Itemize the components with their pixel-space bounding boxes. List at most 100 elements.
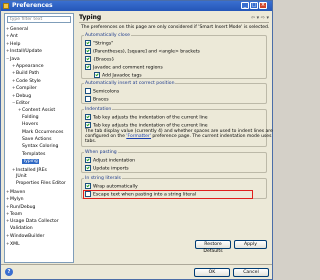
checkbox-box[interactable] bbox=[85, 156, 91, 163]
note-text: preference page. The current indentation… bbox=[151, 134, 272, 139]
apply-button[interactable]: Apply bbox=[234, 240, 267, 249]
restore-defaults-button[interactable]: Restore Defaults bbox=[195, 240, 231, 254]
checkbox-fix-indentation[interactable]: Tab key adjusts the indentation of the c… bbox=[85, 113, 208, 121]
checkbox-label: "Strings" bbox=[93, 41, 114, 47]
checkbox-braces[interactable]: {Braces} bbox=[85, 55, 114, 63]
tree-item-junit[interactable]: JUnit bbox=[12, 173, 27, 180]
title-bar[interactable]: Preferences _ □ × bbox=[1, 1, 272, 11]
checkbox-braces-insert[interactable]: Braces bbox=[85, 95, 109, 103]
checkbox-label: Update imports bbox=[93, 166, 129, 172]
history-nav-arrows[interactable]: ⇦ ▾ ⇨ ▾ bbox=[251, 15, 269, 21]
checkbox-label: Braces bbox=[93, 97, 109, 103]
checkbox-box[interactable] bbox=[85, 95, 91, 102]
tree-item-ant[interactable]: +Ant bbox=[6, 32, 18, 39]
checkbox-label: Tab key adjusts the indentation of the c… bbox=[93, 123, 208, 129]
tree-item-appearance[interactable]: +Appearance bbox=[12, 62, 44, 69]
checkbox-box[interactable] bbox=[94, 71, 100, 78]
formatter-link[interactable]: 'Formatter' bbox=[126, 134, 151, 139]
checkbox-box[interactable] bbox=[85, 87, 91, 94]
tree-item-windowbuilder[interactable]: +WindowBuilder bbox=[6, 232, 44, 239]
group-indentation: Indentation Tab key adjusts the indentat… bbox=[81, 107, 273, 147]
tree-item-mark-occurrences[interactable]: Mark Occurrences bbox=[18, 129, 63, 136]
checkbox-box[interactable] bbox=[85, 121, 91, 128]
close-button[interactable]: × bbox=[259, 2, 267, 9]
group-title: When pasting bbox=[84, 150, 118, 155]
checkbox-escape-text-pasting[interactable]: Escape text when pasting into a string l… bbox=[85, 190, 197, 198]
tree-item-label: Java bbox=[10, 56, 20, 62]
checkbox-box[interactable] bbox=[85, 63, 91, 70]
tree-item-label: JUnit bbox=[16, 174, 27, 179]
tree-item-label: Properties Files Editor bbox=[16, 181, 66, 187]
tree-item-code-style[interactable]: +Code Style bbox=[12, 77, 41, 84]
checkbox-box[interactable] bbox=[85, 164, 91, 171]
tree-item-label: Install/Update bbox=[10, 49, 43, 55]
tree-item-mylyn[interactable]: +Mylyn bbox=[6, 195, 24, 202]
tree-item-content-assist[interactable]: +Content Assist bbox=[18, 106, 55, 113]
maximize-button[interactable]: □ bbox=[250, 2, 258, 9]
checkbox-label: Escape text when pasting into a string l… bbox=[93, 192, 197, 198]
checkbox-add-javadoc-tags[interactable]: Add Javadoc tags bbox=[94, 71, 142, 79]
group-title: Indentation bbox=[84, 107, 113, 112]
ok-button[interactable]: OK bbox=[194, 268, 230, 277]
checkbox-box[interactable] bbox=[85, 39, 91, 46]
checkbox-adjust-indentation[interactable]: Adjust indentation bbox=[85, 156, 135, 164]
tree-item-maven[interactable]: +Maven bbox=[6, 188, 25, 195]
window-title: Preferences bbox=[12, 2, 53, 9]
help-icon[interactable]: ? bbox=[5, 268, 13, 276]
tree-item-install-update[interactable]: +Install/Update bbox=[6, 47, 42, 54]
tree-item-editor[interactable]: −Editor bbox=[12, 99, 30, 106]
checkbox-wrap-automatically[interactable]: Wrap automatically bbox=[85, 182, 138, 190]
tree-item-compiler[interactable]: +Compiler bbox=[12, 84, 37, 91]
tree-item-label: Run/Debug bbox=[10, 204, 36, 210]
tree-item-debug[interactable]: +Debug bbox=[12, 92, 31, 99]
minimize-button[interactable]: _ bbox=[241, 2, 249, 9]
tree-item-run-debug[interactable]: +Run/Debug bbox=[6, 203, 35, 210]
tree-item-label: Debug bbox=[16, 93, 32, 99]
tree-item-team[interactable]: +Team bbox=[6, 210, 22, 217]
tree-item-properties-files-editor[interactable]: Properties Files Editor bbox=[12, 180, 66, 187]
group-title: In string literals bbox=[84, 176, 122, 181]
checkbox-strings[interactable]: "Strings" bbox=[85, 39, 114, 47]
tree-item-help[interactable]: +Help bbox=[6, 40, 20, 47]
tree-item-templates[interactable]: Templates bbox=[18, 151, 45, 158]
tree-item-label: Installed JREs bbox=[16, 167, 47, 173]
tree-item-label: Code Style bbox=[16, 78, 41, 84]
checkbox-label: Javadoc and comment regions bbox=[93, 65, 163, 71]
cancel-button[interactable]: Cancel bbox=[233, 268, 269, 277]
checkbox-brackets[interactable]: (Parentheses), [square] and <angle> brac… bbox=[85, 47, 200, 55]
indentation-note-line3: tabs. bbox=[85, 139, 97, 144]
tree-item-folding[interactable]: Folding bbox=[18, 114, 39, 121]
tree-item-label: Compiler bbox=[16, 86, 37, 92]
tree-item-validation[interactable]: Validation bbox=[6, 225, 33, 232]
tree-item-typing[interactable]: Typing bbox=[18, 158, 39, 165]
checkbox-tab-key-adjusts[interactable]: Tab key adjusts the indentation of the c… bbox=[85, 121, 208, 129]
checkbox-label: Add Javadoc tags bbox=[102, 73, 142, 79]
tree-item-label: Hovers bbox=[22, 122, 39, 128]
checkbox-update-imports[interactable]: Update imports bbox=[85, 164, 129, 172]
tree-item-java[interactable]: −Java bbox=[6, 55, 20, 62]
checkbox-box[interactable] bbox=[85, 113, 91, 120]
checkbox-box[interactable] bbox=[85, 55, 91, 62]
tree-item-label: Save Actions bbox=[22, 137, 52, 142]
group-title: Automatically close bbox=[84, 33, 131, 38]
group-title: Automatically insert at correct position bbox=[84, 81, 176, 86]
tree-item-syntax-coloring[interactable]: Syntax Coloring bbox=[18, 143, 58, 150]
page-title: Typing bbox=[79, 13, 269, 23]
tree-item-usage-data-collector[interactable]: +Usage Data Collector bbox=[6, 217, 59, 224]
tree-item-installed-jres[interactable]: +Installed JREs bbox=[12, 166, 47, 173]
checkbox-box[interactable] bbox=[85, 190, 91, 197]
group-in-string-literals: In string literals Wrap automatically Es… bbox=[81, 176, 267, 199]
checkbox-semicolons[interactable]: Semicolons bbox=[85, 87, 119, 95]
tree-item-build-path[interactable]: +Build Path bbox=[12, 69, 39, 76]
checkbox-box[interactable] bbox=[85, 182, 91, 189]
tree-item-save-actions[interactable]: Save Actions bbox=[18, 136, 52, 143]
tree-item-general[interactable]: +General bbox=[6, 25, 28, 32]
preferences-tree-panel: type filter text +General +Ant +Help +Insta… bbox=[4, 13, 74, 263]
checkbox-label: Wrap automatically bbox=[93, 184, 138, 190]
checkbox-javadoc-comments[interactable]: Javadoc and comment regions bbox=[85, 63, 163, 71]
checkbox-box[interactable] bbox=[85, 47, 91, 54]
tree-item-hovers[interactable]: Hovers bbox=[18, 121, 38, 128]
filter-input[interactable]: type filter text bbox=[7, 16, 71, 23]
tree-item-xml[interactable]: +XML bbox=[6, 240, 20, 247]
tree-item-label: Mylyn bbox=[10, 197, 24, 203]
